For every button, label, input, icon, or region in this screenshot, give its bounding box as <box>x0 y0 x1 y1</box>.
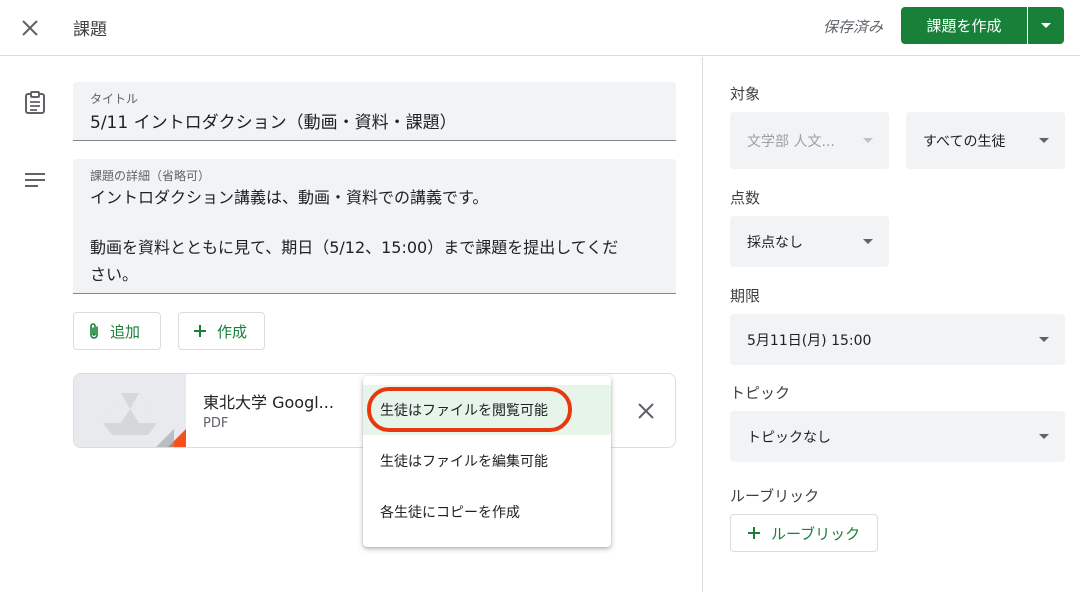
saved-status: 保存済み <box>823 18 884 36</box>
add-rubric-label: ルーブリック <box>771 524 861 543</box>
details-line-3: 動画を資料とともに見て、期日（5/12、15:00）まで課題を提出してくだ <box>90 238 619 257</box>
points-select-value: 採点なし <box>747 234 803 251</box>
title-label: タイトル <box>90 92 139 106</box>
paperclip-icon <box>90 323 98 339</box>
due-label: 期限 <box>730 287 761 305</box>
menu-item-make-copy[interactable]: 各生徒にコピーを作成 <box>363 487 611 537</box>
plus-icon <box>748 527 760 539</box>
caret-down-icon <box>1041 22 1051 28</box>
attachment-thumbnail <box>74 374 186 447</box>
create-options-button[interactable] <box>1028 7 1064 44</box>
points-label: 点数 <box>730 189 761 207</box>
add-rubric-button[interactable]: ルーブリック <box>730 514 878 552</box>
create-material-button[interactable]: 作成 <box>178 312 265 350</box>
attachment-name[interactable]: 東北大学 Googl... <box>203 389 334 413</box>
close-icon <box>22 20 38 36</box>
due-select[interactable]: 5月11日(月) 15:00 <box>730 314 1065 365</box>
clipboard-icon <box>25 91 45 114</box>
notes-icon <box>25 173 45 187</box>
page-title: 課題 <box>73 20 107 40</box>
close-button[interactable] <box>14 12 46 44</box>
title-field[interactable]: タイトル 5/11 イントロダクション（動画・資料・課題） <box>73 82 676 141</box>
details-label: 課題の詳細（省略可） <box>90 169 211 183</box>
create-material-label: 作成 <box>217 322 248 341</box>
rubric-label: ルーブリック <box>730 487 820 505</box>
share-options-menu: 生徒はファイルを閲覧可能 生徒はファイルを編集可能 各生徒にコピーを作成 <box>363 376 611 547</box>
class-select[interactable]: 文学部 人文... <box>730 112 889 169</box>
due-select-value: 5月11日(月) 15:00 <box>747 332 872 349</box>
class-select-value: 文学部 人文... <box>747 133 835 150</box>
attachment-type: PDF <box>203 416 229 431</box>
menu-item-students-can-edit[interactable]: 生徒はファイルを編集可能 <box>363 436 611 486</box>
plus-icon <box>194 325 206 337</box>
close-icon <box>638 403 654 419</box>
topic-select-value: トピックなし <box>747 429 831 446</box>
google-drive-icon <box>103 393 157 435</box>
points-select[interactable]: 採点なし <box>730 216 889 267</box>
add-attachment-label: 追加 <box>110 322 141 341</box>
target-label: 対象 <box>730 85 761 103</box>
caret-down-icon <box>1039 336 1049 342</box>
menu-item-students-can-view[interactable]: 生徒はファイルを閲覧可能 <box>363 385 611 435</box>
create-assignment-button[interactable]: 課題を作成 <box>901 7 1027 44</box>
students-select[interactable]: すべての生徒 <box>906 112 1065 169</box>
students-select-value: すべての生徒 <box>923 133 1006 150</box>
caret-down-icon <box>1039 137 1049 143</box>
caret-down-icon <box>1039 433 1049 439</box>
details-field[interactable]: 課題の詳細（省略可） イントロダクション講義は、動画・資料での講義です。 動画を… <box>73 159 676 294</box>
topic-select[interactable]: トピックなし <box>730 411 1065 462</box>
topic-label: トピック <box>730 384 791 402</box>
settings-panel: 対象 文学部 人文... すべての生徒 点数 採点なし 期限 5月11日(月) … <box>702 57 1080 592</box>
caret-down-icon <box>863 137 873 143</box>
remove-attachment-button[interactable] <box>631 396 661 426</box>
details-line-4: さい。 <box>90 265 139 284</box>
add-attachment-button[interactable]: 追加 <box>73 312 161 350</box>
title-input[interactable]: 5/11 イントロダクション（動画・資料・課題） <box>90 108 457 133</box>
details-line-1: イントロダクション講義は、動画・資料での講義です。 <box>90 188 489 207</box>
caret-down-icon <box>863 238 873 244</box>
top-bar: 課題 保存済み 課題を作成 <box>0 0 1080 56</box>
pdf-corner-badge <box>156 429 186 447</box>
